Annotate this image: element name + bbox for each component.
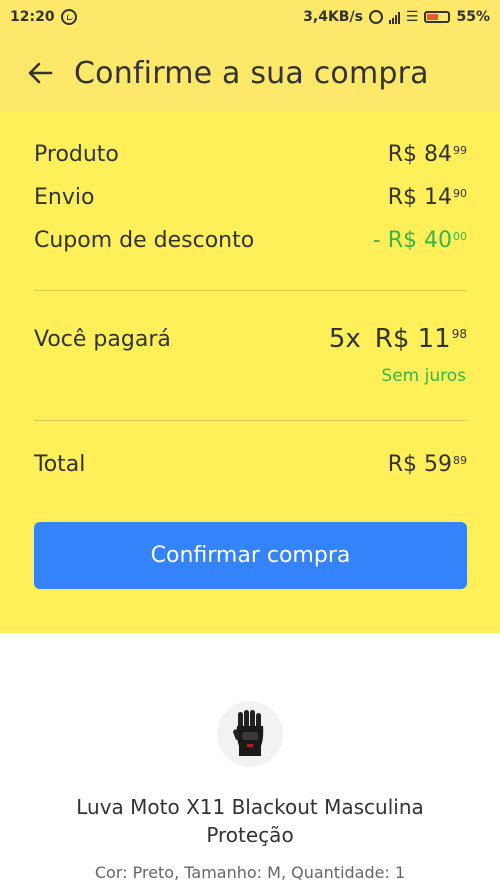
network-speed: 3,4KB/s	[303, 9, 363, 25]
app-header: Confirme a sua compra	[0, 34, 500, 112]
installments-label: Você pagará	[34, 326, 171, 352]
shipping-label: Envio	[34, 185, 95, 210]
product-attributes: Cor: Preto, Tamanho: M, Quantidade: 1	[94, 863, 406, 882]
coupon-cents: 00	[453, 230, 467, 243]
battery-percent: 55%	[456, 9, 490, 25]
purchase-summary: Produto R$ 84 99 Envio R$ 14 90 Cupom de d…	[0, 112, 500, 633]
installments-value: 5x R$ 11 98	[329, 324, 467, 354]
product-name: Luva Moto X11 Blackout Masculina Proteçã…	[76, 795, 424, 847]
glove-icon	[233, 710, 264, 756]
installments-count: 5x	[328, 324, 361, 354]
wifi-icon: ☰	[405, 9, 419, 25]
back-button[interactable]	[24, 57, 56, 89]
coupon-row: Cupom de desconto - R$ 40 00	[34, 228, 467, 253]
shipping-price: R$ 14 90	[388, 185, 467, 210]
signal-icon	[388, 11, 400, 24]
total-label: Total	[34, 452, 86, 477]
product-whole: 84	[424, 142, 452, 167]
shipping-cents: 90	[453, 187, 467, 200]
shipping-currency: R$	[387, 185, 417, 210]
shipping-whole: 14	[424, 185, 452, 210]
product-cents: 99	[453, 144, 467, 157]
product-price: R$ 84 99	[388, 142, 467, 167]
product-currency: R$	[387, 142, 417, 167]
status-bar: 12:20 3,4KB/s ☰ 55%	[0, 0, 500, 34]
shipping-row: Envio R$ 14 90	[34, 185, 467, 210]
total-price: R$ 59 89	[388, 452, 467, 477]
coupon-discount: - R$ 40 00	[373, 228, 467, 253]
divider	[34, 420, 467, 421]
page-title: Confirme a sua compra	[74, 55, 429, 91]
total-currency: R$	[387, 452, 417, 477]
coupon-prefix: - R$	[372, 228, 417, 253]
battery-icon	[424, 11, 451, 23]
product-thumbnail	[217, 701, 283, 767]
total-cents: 89	[453, 454, 467, 467]
divider	[34, 290, 467, 291]
alarm-icon	[368, 10, 383, 24]
installments-cents: 98	[451, 327, 467, 341]
total-whole: 59	[424, 452, 452, 477]
installments-row: Você pagará 5x R$ 11 98	[34, 324, 467, 354]
product-card: Luva Moto X11 Blackout Masculina Proteçã…	[0, 633, 500, 889]
arrow-left-icon	[28, 62, 53, 84]
interest-free-note: Sem juros	[381, 366, 466, 386]
installments-whole: 11	[417, 324, 451, 354]
total-row: Total R$ 59 89	[34, 452, 467, 477]
coupon-label: Cupom de desconto	[34, 228, 255, 253]
coupon-whole: 40	[424, 228, 452, 253]
installments-currency: R$	[374, 324, 410, 354]
status-time: 12:20	[10, 9, 55, 25]
whatsapp-icon	[60, 9, 77, 25]
product-row: Produto R$ 84 99	[34, 142, 467, 167]
product-label: Produto	[34, 142, 119, 167]
confirm-purchase-button[interactable]: Confirmar compra	[34, 522, 467, 589]
